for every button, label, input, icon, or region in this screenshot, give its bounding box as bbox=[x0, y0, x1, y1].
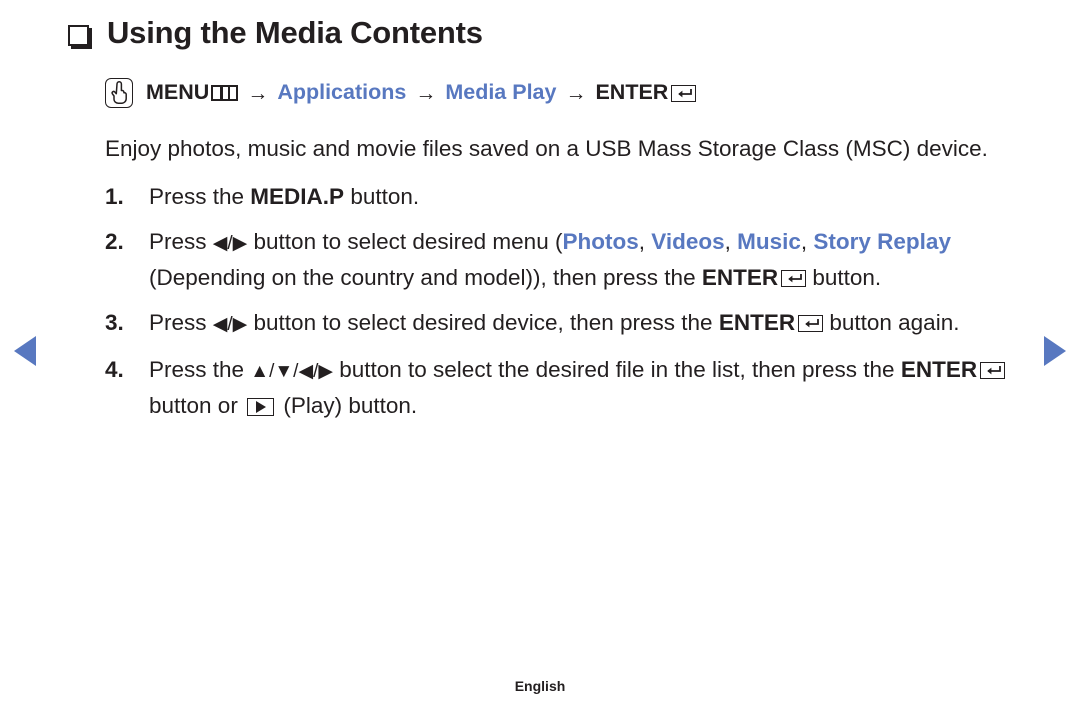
step-item: 1. Press the MEDIA.P button. bbox=[105, 180, 1030, 214]
step-text-run: button to select desired menu ( bbox=[247, 228, 563, 254]
step-text-run: button to select desired device, then pr… bbox=[247, 309, 719, 335]
step-text: Press ◀/▶ button to select desired menu … bbox=[149, 225, 1030, 295]
hand-pointer-icon bbox=[105, 78, 133, 108]
menu-item-media-play[interactable]: Media Play bbox=[445, 82, 556, 104]
step-bold-term: ENTER bbox=[900, 356, 978, 382]
direction-keys-icon: ◀/▶ bbox=[212, 313, 248, 335]
step-text-run: (Play) button. bbox=[277, 392, 418, 418]
step-number: 2. bbox=[105, 228, 124, 254]
step-bold-term: ENTER bbox=[701, 264, 779, 290]
step-menu-term[interactable]: Story Replay bbox=[813, 229, 951, 254]
menu-label: MENU bbox=[146, 80, 210, 105]
page-title: Using the Media Contents bbox=[107, 15, 483, 50]
step-number: 1. bbox=[105, 183, 124, 209]
enter-keycap-icon bbox=[798, 314, 824, 332]
enter-keycap-icon bbox=[980, 361, 1006, 379]
step-text-run: (Depending on the country and model)), t… bbox=[149, 264, 702, 290]
step-item: 2. Press ◀/▶ button to select desired men… bbox=[105, 225, 1030, 295]
direction-keys-icon: ▲/▼/◀/▶ bbox=[250, 360, 333, 382]
step-text-run: Press bbox=[149, 309, 213, 335]
steps-list: 1. Press the MEDIA.P button. 2. Press ◀/▶ b… bbox=[105, 180, 1030, 423]
path-arrow-3: → bbox=[565, 81, 587, 105]
step-text-run: button or bbox=[149, 392, 245, 418]
step-bold-term: MEDIA.P bbox=[250, 183, 345, 209]
square-bullet-icon bbox=[68, 24, 89, 46]
step-text-run: button again. bbox=[823, 309, 960, 335]
prev-page-arrow[interactable] bbox=[14, 336, 36, 366]
step-item: 4. Press the ▲/▼/◀/▶ button to select the… bbox=[105, 353, 1030, 423]
menu-path: MENU → Applications → Media Play → ENTER bbox=[105, 78, 1030, 108]
step-text-run: Press the bbox=[149, 356, 251, 382]
path-arrow-2: → bbox=[415, 81, 437, 105]
step-text-run: button. bbox=[344, 183, 420, 209]
menu-keycap-icon bbox=[211, 85, 239, 101]
content-area: MENU → Applications → Media Play → ENTER… bbox=[105, 78, 1030, 434]
step-bold-term: ENTER bbox=[718, 309, 796, 335]
step-text-run: Press the bbox=[149, 183, 251, 209]
step-menu-term[interactable]: Music bbox=[737, 229, 801, 254]
step-number: 3. bbox=[105, 309, 124, 335]
path-arrow-1: → bbox=[247, 81, 269, 105]
step-text-run: , bbox=[638, 228, 652, 254]
intro-paragraph: Enjoy photos, music and movie files save… bbox=[105, 135, 988, 161]
footer-language: English bbox=[514, 678, 566, 694]
enter-keycap-icon bbox=[781, 269, 807, 287]
step-text: Press the ▲/▼/◀/▶ button to select the d… bbox=[149, 353, 1030, 423]
step-number: 4. bbox=[105, 356, 124, 382]
step-text-run: button to select the desired file in the… bbox=[332, 356, 901, 382]
step-text-run: , bbox=[800, 228, 814, 254]
step-menu-term[interactable]: Photos bbox=[562, 229, 638, 254]
step-text: Press the MEDIA.P button. bbox=[149, 180, 1030, 214]
direction-keys-icon: ◀/▶ bbox=[212, 232, 248, 254]
page-title-row: Using the Media Contents bbox=[68, 15, 483, 50]
step-menu-term[interactable]: Videos bbox=[651, 229, 724, 254]
enter-label: ENTER bbox=[595, 80, 669, 105]
menu-item-applications[interactable]: Applications bbox=[277, 82, 406, 104]
step-text: Press ◀/▶ button to select desired devic… bbox=[149, 306, 1030, 342]
next-page-arrow[interactable] bbox=[1044, 336, 1066, 366]
play-keycap-icon bbox=[247, 397, 275, 416]
step-item: 3. Press ◀/▶ button to select desired dev… bbox=[105, 306, 1030, 342]
enter-keycap-icon bbox=[671, 84, 697, 102]
step-text-run: , bbox=[724, 228, 738, 254]
step-text-run: button. bbox=[806, 264, 882, 290]
step-text-run: Press bbox=[149, 228, 213, 254]
